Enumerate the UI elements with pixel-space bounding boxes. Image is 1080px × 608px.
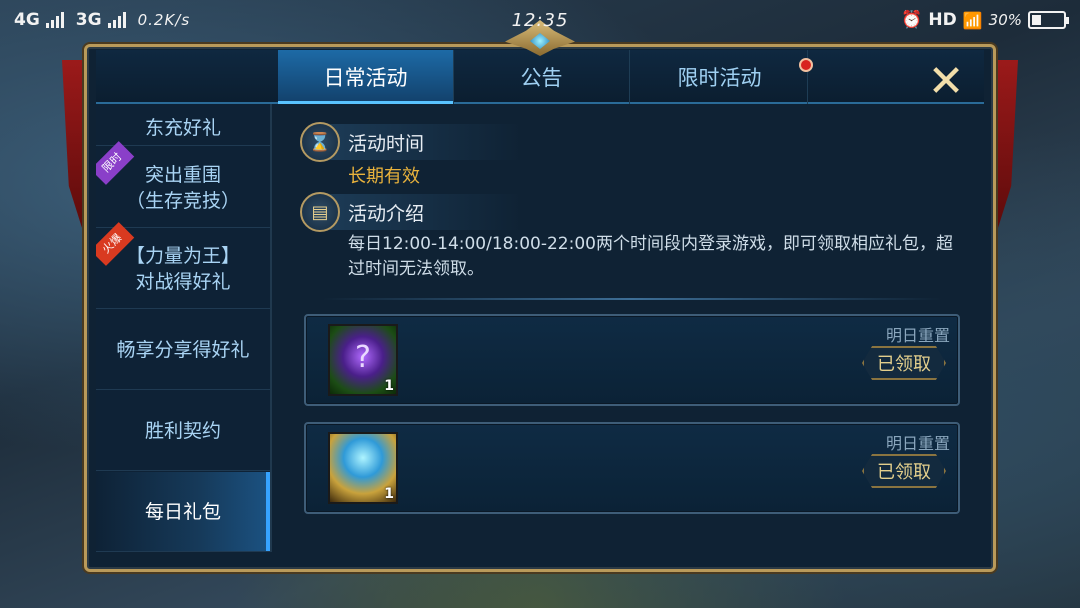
sidebar-item-power-king[interactable]: 火爆 【力量为王】 对战得好礼 bbox=[96, 222, 270, 309]
signal-icon bbox=[107, 12, 126, 28]
sidebar-item-victory-contract[interactable]: 胜利契约 bbox=[96, 391, 270, 471]
hd-label: HD bbox=[928, 10, 957, 30]
sidebar-item-sublabel: 对战得好礼 bbox=[135, 270, 231, 293]
activity-intro-header: ▤ 活动介绍 bbox=[300, 192, 522, 232]
sidebar-item-label: 畅享分享得好礼 bbox=[116, 338, 250, 361]
activity-sidebar: 东充好礼 限时 突出重围 （生存竞技） 火爆 【力量为王】 对战得好礼 畅享分享… bbox=[96, 104, 272, 552]
status-right: ⏰ HD 📶 30% bbox=[901, 10, 1069, 30]
sidebar-item-label: 每日礼包 bbox=[144, 500, 221, 523]
tab-label: 限时活动 bbox=[677, 66, 762, 90]
sidebar-item-share[interactable]: 畅享分享得好礼 bbox=[96, 310, 270, 390]
activity-time-value: 长期有效 bbox=[348, 166, 420, 187]
section-title: 活动介绍 bbox=[348, 202, 425, 225]
wifi-icon: 📶 bbox=[962, 10, 983, 30]
network-3g-label: 3G bbox=[75, 10, 102, 30]
signal-icon bbox=[45, 12, 64, 28]
battery-percent: 30% bbox=[988, 11, 1022, 29]
question-card-glyph: ? bbox=[355, 340, 371, 375]
sidebar-item-sublabel: （生存竞技） bbox=[125, 189, 240, 212]
claimed-button[interactable]: 已领取 bbox=[862, 454, 946, 488]
sidebar-item-recharge[interactable]: 东充好礼 bbox=[96, 104, 270, 146]
reset-label: 明日重置 bbox=[885, 326, 950, 345]
close-button[interactable]: ✕ bbox=[924, 60, 968, 104]
tab-label: 公告 bbox=[520, 66, 563, 90]
network-4g-label: 4G bbox=[14, 10, 40, 30]
item-quantity: 1 bbox=[384, 486, 394, 502]
hourglass-icon: ⌛ bbox=[300, 122, 340, 162]
divider bbox=[322, 298, 942, 300]
tab-announcements[interactable]: 公告 bbox=[454, 50, 630, 104]
sidebar-item-label: 胜利契约 bbox=[144, 419, 221, 442]
status-left: 4G 3G 0.2K/s bbox=[14, 10, 190, 30]
sidebar-item-label: 东充好礼 bbox=[144, 117, 221, 139]
activity-time-header: ⌛ 活动时间 bbox=[300, 122, 522, 162]
sidebar-item-label: 突出重围 bbox=[144, 163, 221, 186]
reward-row: ? 1 明日重置 已领取 bbox=[304, 314, 960, 406]
tab-label: 日常活动 bbox=[323, 66, 408, 90]
sidebar-item-label: 【力量为王】 bbox=[125, 244, 240, 267]
reward-row: 1 明日重置 已领取 bbox=[304, 422, 960, 514]
network-speed: 0.2K/s bbox=[137, 11, 191, 29]
sidebar-item-daily-gift[interactable]: 每日礼包 bbox=[96, 472, 270, 552]
battery-icon bbox=[1028, 11, 1069, 29]
sidebar-item-breakout[interactable]: 限时 突出重围 （生存竞技） bbox=[96, 141, 270, 228]
tab-daily-activities[interactable]: 日常活动 bbox=[278, 50, 454, 104]
book-icon: ▤ bbox=[300, 192, 340, 232]
section-title: 活动时间 bbox=[348, 132, 425, 155]
chest-icon[interactable]: 1 bbox=[328, 432, 398, 504]
close-icon: ✕ bbox=[927, 56, 965, 107]
tab-limited-activities[interactable]: 限时活动 bbox=[632, 50, 813, 104]
card-icon[interactable]: ? 1 bbox=[328, 324, 398, 396]
item-quantity: 1 bbox=[384, 378, 394, 394]
tab-bar: 日常活动 公告 限时活动 bbox=[96, 50, 984, 104]
activity-intro-text: 每日12:00-14:00/18:00-22:00两个时间段内登录游戏，即可领取… bbox=[348, 234, 953, 279]
claimed-button[interactable]: 已领取 bbox=[862, 346, 946, 380]
notification-dot-icon bbox=[799, 58, 813, 72]
reset-label: 明日重置 bbox=[885, 434, 950, 453]
alarm-icon: ⏰ bbox=[901, 10, 923, 30]
activity-content: ⌛ 活动时间 长期有效 ▤ 活动介绍 每日12:00-14:00/18:00-2… bbox=[282, 104, 982, 552]
status-bar: 4G 3G 0.2K/s 12:35 ⏰ HD 📶 30% bbox=[0, 0, 1080, 40]
